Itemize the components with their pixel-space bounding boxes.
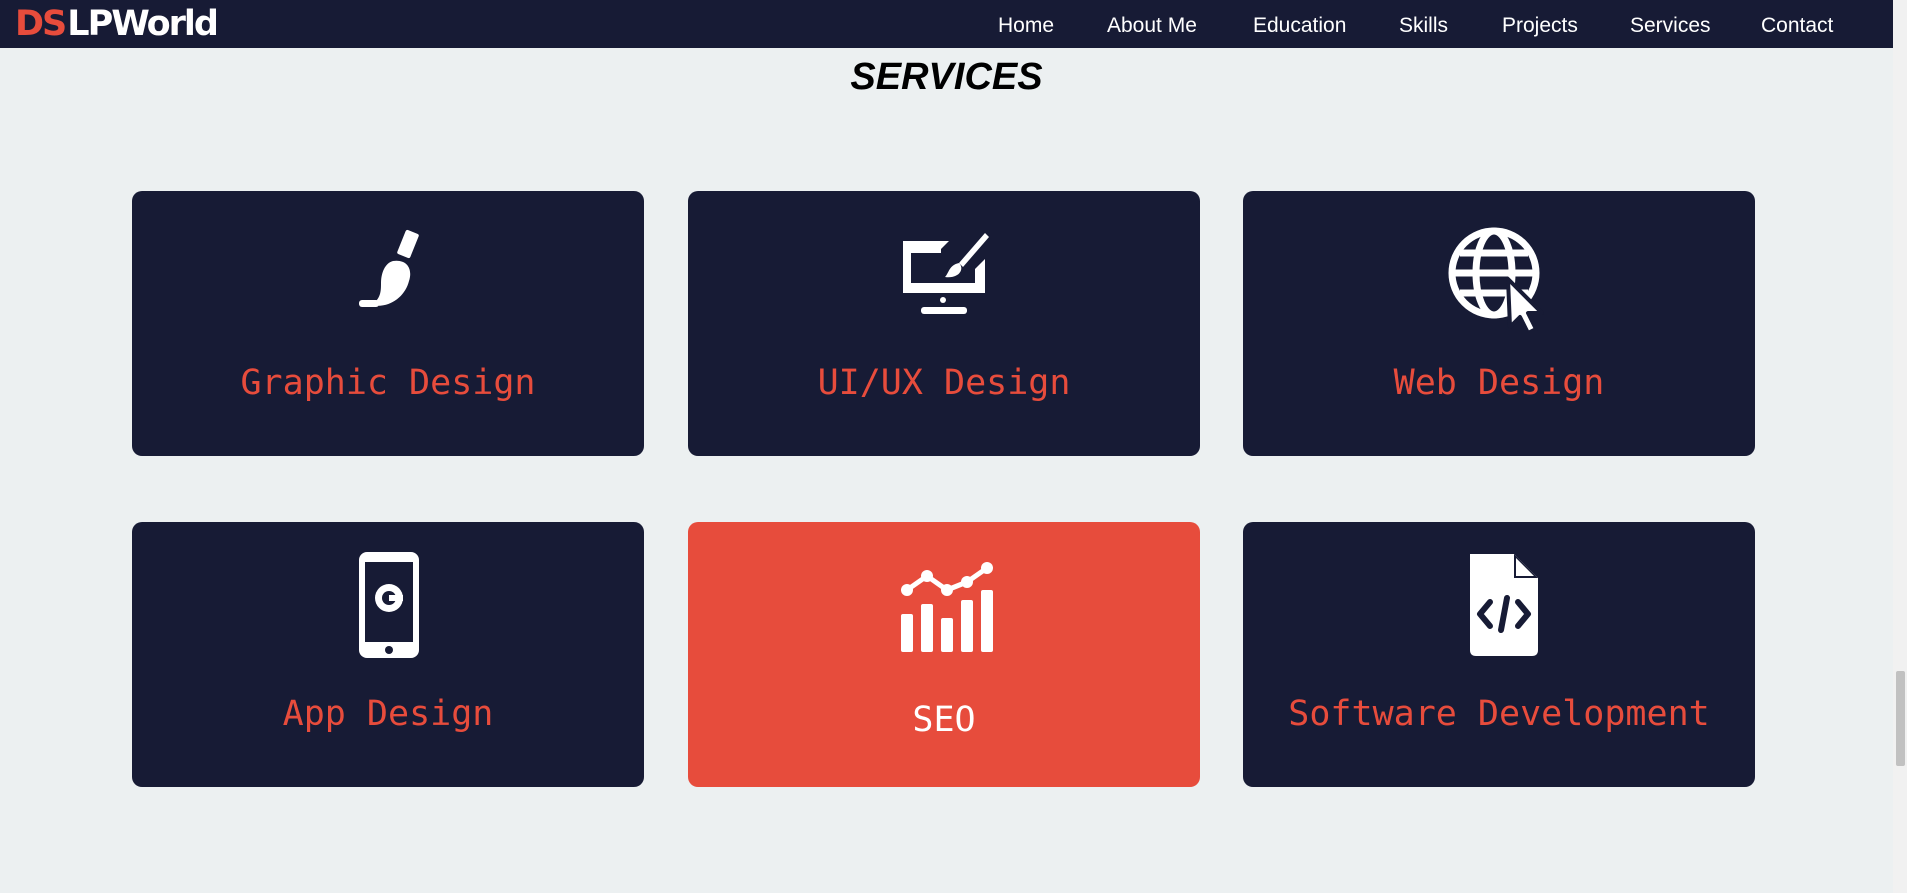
service-card-label: App Design [282,694,494,734]
service-card-ui-ux-design[interactable]: UI/UX Design [688,191,1200,456]
nav-link-services[interactable]: Services [1630,12,1711,40]
nav-link-about-me[interactable]: About Me [1107,12,1197,40]
service-card-seo[interactable]: SEO [688,522,1200,787]
services-title: SERVICES [850,56,1043,98]
service-card-software-development[interactable]: Software Development [1243,522,1755,787]
service-card-label: Web Design [1393,363,1605,403]
service-card-app-design[interactable]: App Design [132,522,644,787]
nav-link-projects[interactable]: Projects [1502,12,1578,40]
service-card-label: Software Development [1288,694,1710,734]
service-card-label: SEO [912,700,976,740]
service-card-label: Graphic Design [240,363,536,403]
service-card-label: UI/UX Design [817,363,1071,403]
nav-link-skills[interactable]: Skills [1399,12,1448,40]
nav-link-home[interactable]: Home [998,12,1054,40]
service-card-web-design[interactable]: Web Design [1243,191,1755,456]
globe-cursor-icon [1243,221,1755,331]
paintbrush-icon [132,221,644,331]
nav-link-contact[interactable]: Contact [1761,12,1833,40]
brand-logo[interactable]: DSLPWorld [15,2,219,46]
brand-logo-accent: DS [15,4,67,44]
brand-logo-text: LPWorld [67,4,219,44]
nav-link-education[interactable]: Education [1253,12,1346,40]
analytics-chart-icon [688,552,1200,662]
code-file-icon [1243,552,1755,662]
scrollbar-thumb[interactable] [1896,671,1905,766]
page-scrollbar[interactable] [1893,0,1907,893]
smartphone-icon [132,552,644,662]
navbar: DSLPWorld Home About Me Education Skills… [0,0,1893,48]
service-card-graphic-design[interactable]: Graphic Design [132,191,644,456]
monitor-design-icon [688,221,1200,331]
